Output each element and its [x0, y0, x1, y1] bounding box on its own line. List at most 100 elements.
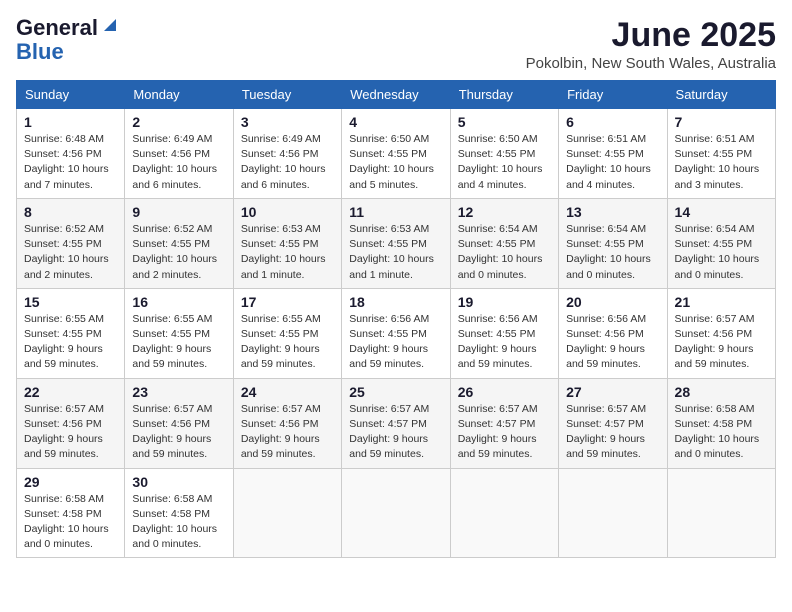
- table-row: 2 Sunrise: 6:49 AMSunset: 4:56 PMDayligh…: [125, 109, 233, 199]
- table-row: 12 Sunrise: 6:54 AMSunset: 4:55 PMDaylig…: [450, 198, 558, 288]
- calendar-table: Sunday Monday Tuesday Wednesday Thursday…: [16, 80, 776, 558]
- title-area: June 2025 Pokolbin, New South Wales, Aus…: [526, 16, 776, 72]
- calendar-header-row: Sunday Monday Tuesday Wednesday Thursday…: [17, 81, 776, 109]
- table-row: [559, 468, 667, 558]
- day-number: 30: [132, 474, 225, 490]
- calendar-week-row: 1 Sunrise: 6:48 AMSunset: 4:56 PMDayligh…: [17, 109, 776, 199]
- day-info: Sunrise: 6:52 AMSunset: 4:55 PMDaylight:…: [132, 223, 217, 281]
- table-row: 27 Sunrise: 6:57 AMSunset: 4:57 PMDaylig…: [559, 378, 667, 468]
- header-wednesday: Wednesday: [342, 81, 450, 109]
- table-row: 20 Sunrise: 6:56 AMSunset: 4:56 PMDaylig…: [559, 288, 667, 378]
- day-number: 6: [566, 114, 659, 130]
- day-number: 28: [675, 384, 768, 400]
- day-info: Sunrise: 6:57 AMSunset: 4:56 PMDaylight:…: [241, 403, 321, 461]
- table-row: 7 Sunrise: 6:51 AMSunset: 4:55 PMDayligh…: [667, 109, 775, 199]
- table-row: 24 Sunrise: 6:57 AMSunset: 4:56 PMDaylig…: [233, 378, 341, 468]
- logo: General Blue: [16, 16, 119, 64]
- table-row: 28 Sunrise: 6:58 AMSunset: 4:58 PMDaylig…: [667, 378, 775, 468]
- table-row: 6 Sunrise: 6:51 AMSunset: 4:55 PMDayligh…: [559, 109, 667, 199]
- day-number: 9: [132, 204, 225, 220]
- calendar-week-row: 15 Sunrise: 6:55 AMSunset: 4:55 PMDaylig…: [17, 288, 776, 378]
- day-number: 24: [241, 384, 334, 400]
- day-number: 15: [24, 294, 117, 310]
- day-info: Sunrise: 6:55 AMSunset: 4:55 PMDaylight:…: [241, 313, 321, 371]
- table-row: 22 Sunrise: 6:57 AMSunset: 4:56 PMDaylig…: [17, 378, 125, 468]
- day-number: 18: [349, 294, 442, 310]
- day-number: 4: [349, 114, 442, 130]
- day-info: Sunrise: 6:56 AMSunset: 4:55 PMDaylight:…: [349, 313, 429, 371]
- table-row: 15 Sunrise: 6:55 AMSunset: 4:55 PMDaylig…: [17, 288, 125, 378]
- logo-blue-text: Blue: [16, 39, 64, 64]
- day-info: Sunrise: 6:51 AMSunset: 4:55 PMDaylight:…: [675, 133, 760, 191]
- table-row: [342, 468, 450, 558]
- table-row: 29 Sunrise: 6:58 AMSunset: 4:58 PMDaylig…: [17, 468, 125, 558]
- table-row: 13 Sunrise: 6:54 AMSunset: 4:55 PMDaylig…: [559, 198, 667, 288]
- day-info: Sunrise: 6:56 AMSunset: 4:55 PMDaylight:…: [458, 313, 538, 371]
- day-info: Sunrise: 6:55 AMSunset: 4:55 PMDaylight:…: [132, 313, 212, 371]
- day-info: Sunrise: 6:50 AMSunset: 4:55 PMDaylight:…: [458, 133, 543, 191]
- table-row: 14 Sunrise: 6:54 AMSunset: 4:55 PMDaylig…: [667, 198, 775, 288]
- day-number: 7: [675, 114, 768, 130]
- day-number: 16: [132, 294, 225, 310]
- day-number: 5: [458, 114, 551, 130]
- calendar-week-row: 8 Sunrise: 6:52 AMSunset: 4:55 PMDayligh…: [17, 198, 776, 288]
- day-info: Sunrise: 6:57 AMSunset: 4:56 PMDaylight:…: [675, 313, 755, 371]
- day-number: 26: [458, 384, 551, 400]
- header-friday: Friday: [559, 81, 667, 109]
- header-sunday: Sunday: [17, 81, 125, 109]
- day-number: 22: [24, 384, 117, 400]
- table-row: 9 Sunrise: 6:52 AMSunset: 4:55 PMDayligh…: [125, 198, 233, 288]
- header-tuesday: Tuesday: [233, 81, 341, 109]
- day-number: 11: [349, 204, 442, 220]
- logo-general-text: General: [16, 16, 98, 40]
- day-number: 12: [458, 204, 551, 220]
- day-number: 21: [675, 294, 768, 310]
- header-monday: Monday: [125, 81, 233, 109]
- day-number: 8: [24, 204, 117, 220]
- table-row: 23 Sunrise: 6:57 AMSunset: 4:56 PMDaylig…: [125, 378, 233, 468]
- day-number: 14: [675, 204, 768, 220]
- day-number: 1: [24, 114, 117, 130]
- day-info: Sunrise: 6:58 AMSunset: 4:58 PMDaylight:…: [24, 493, 109, 551]
- day-info: Sunrise: 6:56 AMSunset: 4:56 PMDaylight:…: [566, 313, 646, 371]
- day-info: Sunrise: 6:55 AMSunset: 4:55 PMDaylight:…: [24, 313, 104, 371]
- day-info: Sunrise: 6:53 AMSunset: 4:55 PMDaylight:…: [349, 223, 434, 281]
- table-row: 1 Sunrise: 6:48 AMSunset: 4:56 PMDayligh…: [17, 109, 125, 199]
- calendar-week-row: 29 Sunrise: 6:58 AMSunset: 4:58 PMDaylig…: [17, 468, 776, 558]
- day-number: 3: [241, 114, 334, 130]
- day-info: Sunrise: 6:51 AMSunset: 4:55 PMDaylight:…: [566, 133, 651, 191]
- day-number: 13: [566, 204, 659, 220]
- day-info: Sunrise: 6:49 AMSunset: 4:56 PMDaylight:…: [241, 133, 326, 191]
- day-info: Sunrise: 6:54 AMSunset: 4:55 PMDaylight:…: [566, 223, 651, 281]
- day-info: Sunrise: 6:52 AMSunset: 4:55 PMDaylight:…: [24, 223, 109, 281]
- table-row: 10 Sunrise: 6:53 AMSunset: 4:55 PMDaylig…: [233, 198, 341, 288]
- table-row: [450, 468, 558, 558]
- table-row: 8 Sunrise: 6:52 AMSunset: 4:55 PMDayligh…: [17, 198, 125, 288]
- day-info: Sunrise: 6:50 AMSunset: 4:55 PMDaylight:…: [349, 133, 434, 191]
- day-info: Sunrise: 6:53 AMSunset: 4:55 PMDaylight:…: [241, 223, 326, 281]
- day-info: Sunrise: 6:57 AMSunset: 4:57 PMDaylight:…: [566, 403, 646, 461]
- table-row: 3 Sunrise: 6:49 AMSunset: 4:56 PMDayligh…: [233, 109, 341, 199]
- table-row: [233, 468, 341, 558]
- header-thursday: Thursday: [450, 81, 558, 109]
- table-row: 5 Sunrise: 6:50 AMSunset: 4:55 PMDayligh…: [450, 109, 558, 199]
- table-row: 26 Sunrise: 6:57 AMSunset: 4:57 PMDaylig…: [450, 378, 558, 468]
- logo-triangle-icon: [101, 15, 119, 33]
- header: General Blue June 2025 Pokolbin, New Sou…: [16, 16, 776, 72]
- day-number: 27: [566, 384, 659, 400]
- table-row: 18 Sunrise: 6:56 AMSunset: 4:55 PMDaylig…: [342, 288, 450, 378]
- day-info: Sunrise: 6:58 AMSunset: 4:58 PMDaylight:…: [675, 403, 760, 461]
- day-number: 17: [241, 294, 334, 310]
- day-info: Sunrise: 6:54 AMSunset: 4:55 PMDaylight:…: [675, 223, 760, 281]
- day-number: 20: [566, 294, 659, 310]
- day-number: 29: [24, 474, 117, 490]
- table-row: 25 Sunrise: 6:57 AMSunset: 4:57 PMDaylig…: [342, 378, 450, 468]
- month-title: June 2025: [526, 16, 776, 55]
- day-info: Sunrise: 6:54 AMSunset: 4:55 PMDaylight:…: [458, 223, 543, 281]
- day-info: Sunrise: 6:49 AMSunset: 4:56 PMDaylight:…: [132, 133, 217, 191]
- day-number: 23: [132, 384, 225, 400]
- day-info: Sunrise: 6:57 AMSunset: 4:56 PMDaylight:…: [24, 403, 104, 461]
- day-info: Sunrise: 6:48 AMSunset: 4:56 PMDaylight:…: [24, 133, 109, 191]
- day-info: Sunrise: 6:57 AMSunset: 4:57 PMDaylight:…: [349, 403, 429, 461]
- table-row: 30 Sunrise: 6:58 AMSunset: 4:58 PMDaylig…: [125, 468, 233, 558]
